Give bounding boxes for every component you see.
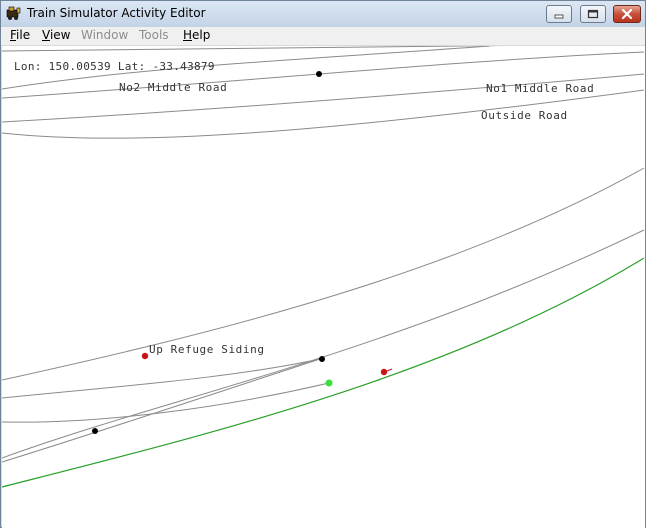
- track-line[interactable]: [2, 358, 321, 399]
- close-button[interactable]: [613, 5, 641, 23]
- track-line[interactable]: [2, 46, 644, 52]
- coordinate-readout: Lon: 150.00539 Lat: -33.43879: [14, 60, 215, 73]
- app-window: Train Simulator Activity Editor File Vie…: [0, 0, 646, 528]
- track-label-no2-middle-road: No2 Middle Road: [119, 81, 228, 94]
- junction-node[interactable]: [92, 428, 98, 434]
- menu-bar: File View Window Tools Help: [1, 27, 645, 46]
- track-label-outside-road: Outside Road: [481, 109, 568, 122]
- track-line[interactable]: [2, 229, 645, 459]
- track-line[interactable]: [2, 358, 321, 463]
- maximize-button[interactable]: [580, 5, 606, 23]
- minimize-icon: [554, 14, 564, 19]
- train-app-icon: [6, 6, 21, 20]
- close-icon: [621, 8, 633, 20]
- track-label-up-refuge-siding: Up Refuge Siding: [149, 343, 265, 356]
- junction-node[interactable]: [316, 71, 322, 77]
- signal-marker[interactable]: [380, 368, 393, 376]
- menu-help[interactable]: Help: [183, 28, 210, 42]
- maximize-icon: [587, 9, 599, 19]
- signal-marker[interactable]: [141, 352, 149, 360]
- menu-window[interactable]: Window: [81, 28, 128, 42]
- minimize-button[interactable]: [546, 5, 572, 23]
- track-line[interactable]: [2, 382, 330, 423]
- route-map-canvas[interactable]: Lon: 150.00539 Lat: -33.43879 No2 Middle…: [2, 46, 645, 528]
- menu-view[interactable]: View: [42, 28, 70, 42]
- junction-node[interactable]: [319, 356, 325, 362]
- title-bar[interactable]: Train Simulator Activity Editor: [1, 1, 645, 27]
- menu-tools[interactable]: Tools: [139, 28, 169, 42]
- track-label-no1-middle-road: No1 Middle Road: [486, 82, 595, 95]
- selected-track-line[interactable]: [2, 257, 645, 488]
- menu-file[interactable]: File: [10, 28, 30, 42]
- window-title: Train Simulator Activity Editor: [27, 6, 206, 20]
- cursor-point[interactable]: [325, 379, 333, 387]
